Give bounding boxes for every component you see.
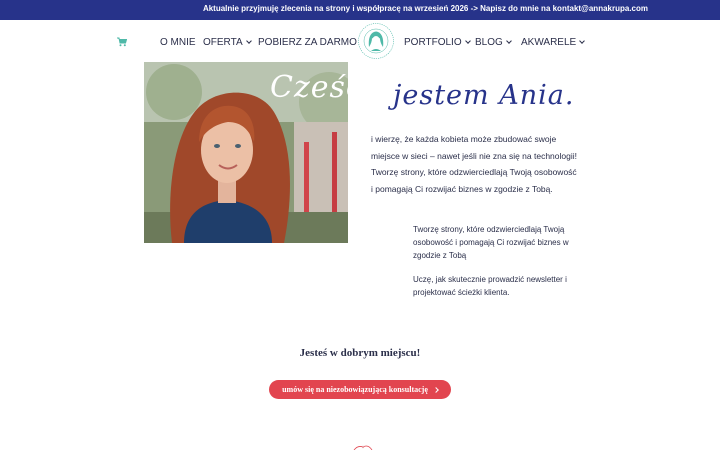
nav-item-o-mnie[interactable]: O MNIE <box>160 37 196 48</box>
nav-item-akwarele[interactable]: AKWARELE <box>521 37 586 48</box>
chevron-down-icon <box>464 38 471 44</box>
hero-intro-text: i wierzę, że każda kobieta może zbudować… <box>371 134 577 194</box>
main-navigation: O MNIE OFERTA POBIERZ ZA DARMO PORTFOLIO… <box>0 20 720 64</box>
nav-label: POBIERZ ZA DARMO <box>258 37 357 48</box>
announcement-text[interactable]: Aktualnie przyjmuję zlecenia na strony i… <box>203 4 648 13</box>
nav-label: O MNIE <box>160 37 196 48</box>
chevron-down-icon <box>579 38 586 44</box>
chevron-down-icon <box>505 38 512 44</box>
photo-greeting: Cześć, <box>270 70 375 105</box>
nav-label: BLOG <box>475 37 503 48</box>
announcement-bar: Aktualnie przyjmuję zlecenia na strony i… <box>0 0 720 20</box>
chevron-down-icon <box>245 38 252 44</box>
nav-item-blog[interactable]: BLOG <box>475 37 512 48</box>
section-heading: Jesteś w dobrym miejscu! <box>299 347 421 359</box>
nav-label: OFERTA <box>203 37 243 48</box>
hero-point-newsletter: Uczę, jak skutecznie prowadzić newslette… <box>413 275 567 297</box>
consultation-button-label: umów się na niezobowiązującą konsultację <box>282 385 428 394</box>
decorative-flower-icon <box>353 445 373 450</box>
brand-logo[interactable] <box>357 22 395 60</box>
nav-item-oferta[interactable]: OFERTA <box>203 37 252 48</box>
hero-point-websites: Tworzę strony, które odzwierciedlają Two… <box>413 225 569 260</box>
nav-label: AKWARELE <box>521 37 577 48</box>
consultation-button[interactable]: umów się na niezobowiązującą konsultację <box>269 380 451 399</box>
nav-item-pobierz-za-darmo[interactable]: POBIERZ ZA DARMO <box>258 37 357 48</box>
cart-icon[interactable] <box>117 37 127 47</box>
nav-label: PORTFOLIO <box>404 37 462 48</box>
chevron-right-icon <box>433 386 439 393</box>
hero-headline: jestem Ania. <box>393 80 575 111</box>
nav-item-portfolio[interactable]: PORTFOLIO <box>404 37 471 48</box>
